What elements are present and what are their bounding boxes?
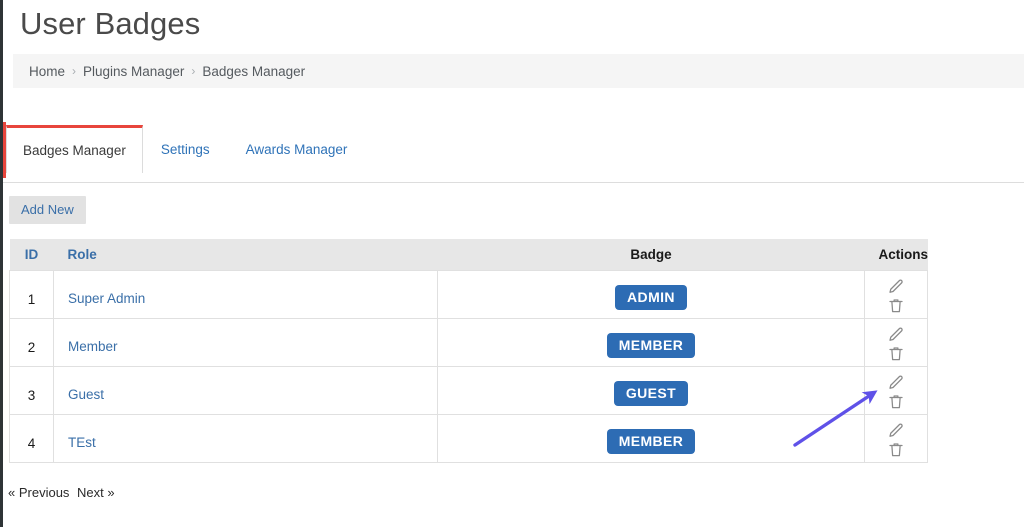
edit-icon[interactable] bbox=[866, 374, 926, 392]
cell-badge: MEMBER bbox=[437, 413, 865, 463]
cell-id: 4 bbox=[9, 413, 54, 463]
pagination-previous[interactable]: « Previous bbox=[8, 485, 69, 500]
table-body: 1 Super Admin ADMIN 2 Member MEMBER 3 Guest GUES… bbox=[9, 269, 928, 463]
edit-icon[interactable] bbox=[866, 278, 926, 296]
table-header-row: ID Role Badge Actions bbox=[9, 239, 928, 270]
delete-icon[interactable] bbox=[866, 441, 926, 459]
badges-table-container: ID Role Badge Actions 1 Super Admin ADMIN 2… bbox=[9, 239, 928, 463]
table-row: 1 Super Admin ADMIN bbox=[9, 269, 928, 319]
tab-bar-divider bbox=[3, 182, 1024, 183]
delete-icon[interactable] bbox=[866, 345, 926, 363]
cell-actions bbox=[864, 317, 928, 367]
tab-badges-manager-label: Badges Manager bbox=[23, 143, 126, 158]
badge-pill: ADMIN bbox=[615, 285, 687, 310]
column-header-role[interactable]: Role bbox=[53, 239, 438, 270]
breadcrumb-item-home[interactable]: Home bbox=[29, 64, 65, 79]
badge-pill: MEMBER bbox=[606, 333, 696, 358]
edit-icon[interactable] bbox=[866, 326, 926, 344]
cell-role: Guest bbox=[53, 365, 438, 415]
table-header: ID Role Badge Actions bbox=[9, 239, 928, 270]
cell-actions bbox=[864, 269, 928, 319]
cell-badge: MEMBER bbox=[437, 317, 865, 367]
tab-settings-label: Settings bbox=[160, 141, 210, 157]
cell-role: Member bbox=[53, 317, 438, 367]
cell-id: 3 bbox=[9, 365, 54, 415]
badge-pill: MEMBER bbox=[606, 429, 696, 454]
cell-id: 1 bbox=[9, 269, 54, 319]
cell-actions bbox=[864, 413, 928, 463]
cell-actions bbox=[864, 365, 928, 415]
breadcrumb-separator-icon: › bbox=[72, 64, 77, 78]
cell-id: 2 bbox=[9, 317, 54, 367]
cell-role: TEst bbox=[53, 413, 438, 463]
role-link[interactable]: TEst bbox=[68, 435, 96, 450]
delete-icon[interactable] bbox=[866, 393, 926, 411]
pagination-next[interactable]: Next » bbox=[77, 485, 115, 500]
column-header-actions: Actions bbox=[864, 239, 928, 270]
badges-table: ID Role Badge Actions 1 Super Admin ADMIN 2… bbox=[9, 239, 928, 463]
tab-awards-manager-label: Awards Manager bbox=[245, 141, 348, 157]
tab-bar: Badges Manager Settings Awards Manager bbox=[6, 125, 365, 173]
window-left-edge bbox=[0, 0, 3, 527]
table-row: 2 Member MEMBER bbox=[9, 317, 928, 367]
breadcrumb-item-badges-manager[interactable]: Badges Manager bbox=[202, 64, 305, 79]
tab-badges-manager[interactable]: Badges Manager bbox=[6, 125, 143, 173]
add-new-button[interactable]: Add New bbox=[9, 196, 86, 224]
breadcrumb-separator-icon: › bbox=[191, 64, 196, 78]
edit-icon[interactable] bbox=[866, 422, 926, 440]
breadcrumb-item-plugins-manager[interactable]: Plugins Manager bbox=[83, 64, 184, 79]
role-link[interactable]: Member bbox=[68, 339, 118, 354]
tab-settings[interactable]: Settings bbox=[143, 125, 228, 173]
table-row: 4 TEst MEMBER bbox=[9, 413, 928, 463]
tab-awards-manager[interactable]: Awards Manager bbox=[228, 125, 366, 173]
column-header-id[interactable]: ID bbox=[9, 239, 54, 270]
breadcrumb: Home › Plugins Manager › Badges Manager bbox=[13, 54, 1024, 88]
delete-icon[interactable] bbox=[866, 297, 926, 315]
cell-role: Super Admin bbox=[53, 269, 438, 319]
badge-pill: GUEST bbox=[613, 381, 689, 406]
cell-badge: GUEST bbox=[437, 365, 865, 415]
role-link[interactable]: Guest bbox=[68, 387, 104, 402]
cell-badge: ADMIN bbox=[437, 269, 865, 319]
column-header-badge: Badge bbox=[437, 239, 865, 270]
page-title: User Badges bbox=[20, 6, 201, 41]
pagination: « Previous Next » bbox=[8, 485, 115, 500]
role-link[interactable]: Super Admin bbox=[68, 291, 145, 306]
table-row: 3 Guest GUEST bbox=[9, 365, 928, 415]
page-root: User Badges Home › Plugins Manager › Bad… bbox=[0, 0, 1024, 527]
